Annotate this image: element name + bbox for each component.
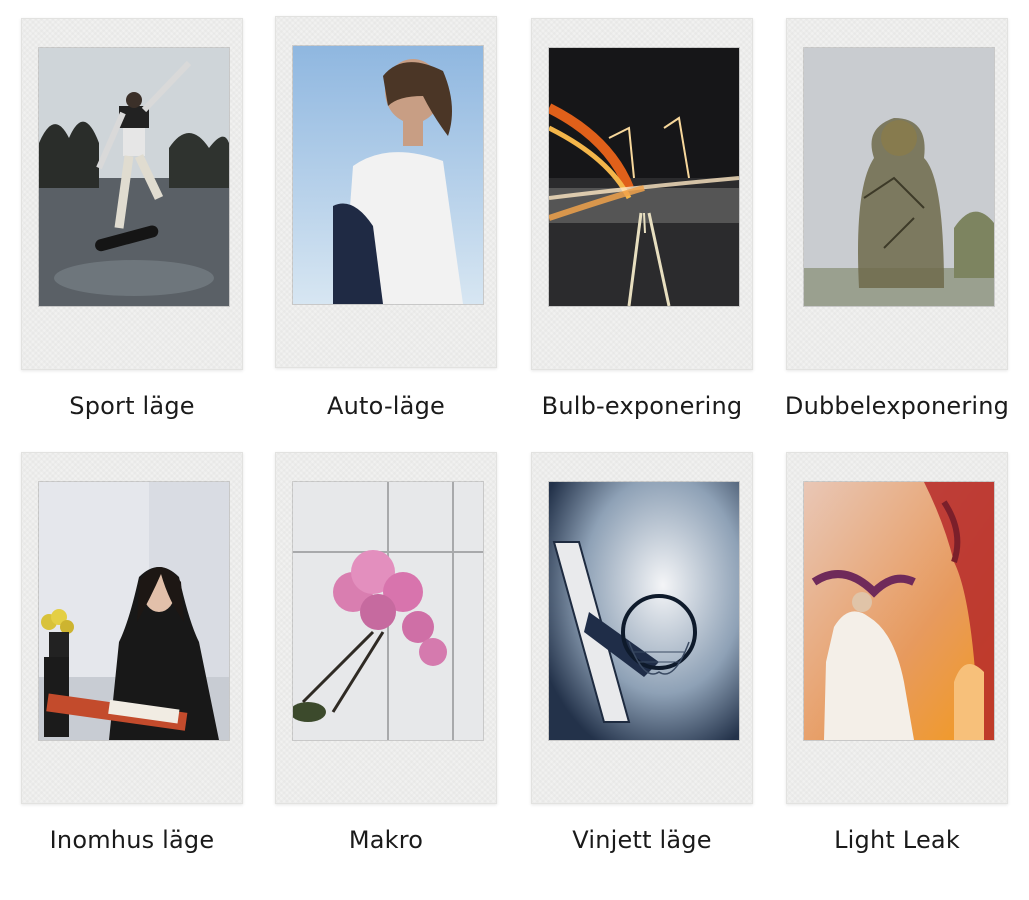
photo-card-vignette [531, 452, 753, 804]
vignette-mode-photo [548, 481, 740, 741]
photo-card-sport [21, 18, 243, 370]
indoor-mode-photo [38, 481, 230, 741]
photo-card-macro [275, 452, 497, 804]
photo-card-auto [275, 16, 497, 368]
bulb-mode-photo [548, 47, 740, 307]
caption-double: Dubbelexponering [784, 392, 1010, 420]
light-leak-photo [803, 481, 995, 741]
photo-card-indoor [21, 452, 243, 804]
caption-sport: Sport läge [69, 392, 195, 420]
caption-auto: Auto-läge [326, 392, 445, 420]
double-exposure-photo [803, 47, 995, 307]
photo-card-lightleak [786, 452, 1008, 804]
caption-lightleak: Light Leak [834, 826, 960, 854]
caption-bulb: Bulb-exponering [541, 392, 743, 420]
caption-macro: Makro [348, 826, 424, 854]
photo-card-bulb [531, 18, 753, 370]
caption-indoor: Inomhus läge [49, 826, 215, 854]
caption-vignette: Vinjett läge [572, 826, 712, 854]
sport-mode-photo [38, 47, 230, 307]
macro-mode-photo [292, 481, 484, 741]
auto-mode-photo [292, 45, 484, 305]
photo-card-double [786, 18, 1008, 370]
